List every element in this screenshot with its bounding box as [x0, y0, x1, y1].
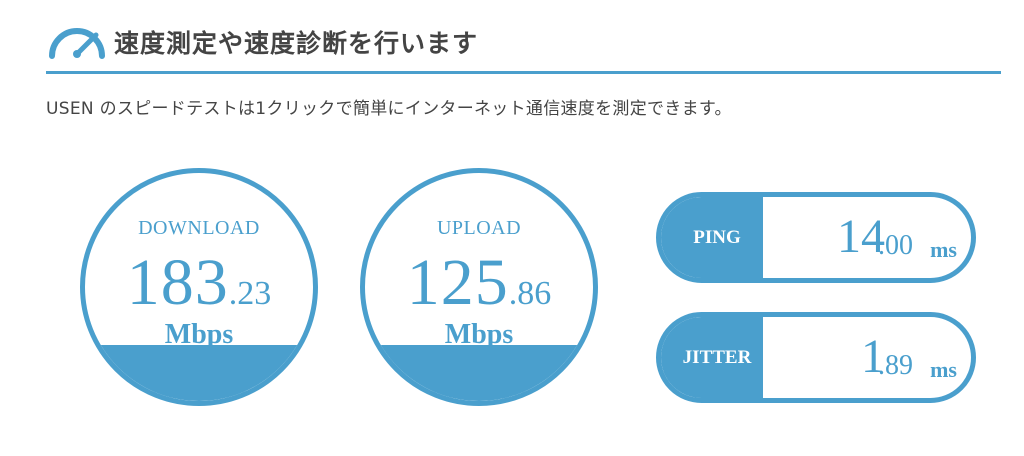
- description-text: USEN のスピードテストは1クリックで簡単にインターネット通信速度を測定できま…: [46, 99, 732, 119]
- download-unit: Mbps: [164, 319, 234, 350]
- upload-value: 125.86: [365, 245, 593, 321]
- upload-label: UPLOAD: [436, 217, 522, 239]
- download-value-integer: 183: [126, 246, 229, 319]
- jitter-unit: ms: [930, 357, 957, 382]
- ping-value-decimal: .00: [878, 230, 913, 261]
- upload-value-integer: 125: [406, 246, 509, 319]
- page-title: 速度測定や速度診断を行います: [114, 29, 479, 58]
- download-value: 183.23: [85, 245, 313, 321]
- download-value-decimal: .23: [228, 275, 272, 312]
- ping-unit: ms: [930, 237, 957, 262]
- upload-unit: Mbps: [444, 319, 514, 350]
- jitter-value-decimal: .89: [878, 350, 913, 381]
- ping-value: 14 .00 ms: [763, 197, 971, 278]
- upload-value-decimal: .86: [508, 275, 552, 312]
- ping-label: PING: [661, 197, 763, 278]
- jitter-panel: JITTER 1 .89 ms: [656, 312, 976, 403]
- jitter-value: 1 .89 ms: [763, 317, 971, 398]
- jitter-label: JITTER: [661, 317, 763, 398]
- upload-fill: [365, 345, 593, 401]
- gauge-icon: [49, 28, 105, 59]
- download-gauge: DOWNLOAD 183.23 Mbps: [80, 168, 318, 406]
- ping-panel: PING 14 .00 ms: [656, 192, 976, 283]
- download-label: DOWNLOAD: [138, 217, 260, 239]
- section-header: 速度測定や速度診断を行います: [46, 18, 1001, 74]
- upload-gauge: UPLOAD 125.86 Mbps: [360, 168, 598, 406]
- download-fill: [85, 345, 313, 401]
